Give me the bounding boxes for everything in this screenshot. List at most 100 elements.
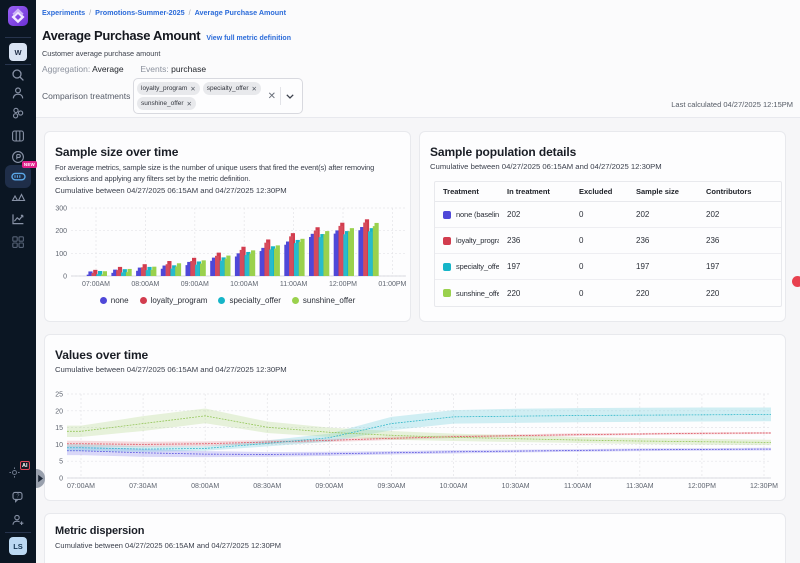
- excluded-value: 0: [571, 210, 628, 219]
- treatment-name: loyalty_program: [456, 236, 499, 245]
- contributors-value: 202: [698, 210, 775, 219]
- ai-badge: AI: [20, 461, 31, 470]
- help-chat-icon[interactable]: ?: [0, 490, 36, 504]
- legend-label: sunshine_offer: [303, 296, 355, 305]
- treatment-chip[interactable]: specialty_offer✕: [203, 82, 261, 95]
- treatment-swatch: [443, 289, 451, 297]
- svg-text:09:00AM: 09:00AM: [315, 483, 343, 490]
- chevron-down-icon[interactable]: [281, 94, 299, 99]
- legend-item[interactable]: loyalty_program: [140, 296, 208, 305]
- svg-text:09:30AM: 09:30AM: [377, 483, 405, 490]
- svg-text:100: 100: [55, 251, 67, 258]
- in-treatment-value: 236: [499, 236, 571, 245]
- treatment-chip[interactable]: loyalty_program✕: [137, 82, 200, 95]
- sample-size-card: Sample size over time For average metric…: [44, 131, 411, 322]
- svg-text:01:00PM: 01:00PM: [378, 281, 406, 288]
- clear-treatments-icon[interactable]: ✕: [264, 91, 280, 102]
- breadcrumb-metric-name[interactable]: Average Purchase Amount: [195, 8, 286, 17]
- excluded-value: 0: [571, 236, 628, 245]
- metrics-icon[interactable]: [0, 212, 36, 226]
- svg-text:08:00AM: 08:00AM: [191, 483, 219, 490]
- feature-gates-icon[interactable]: [0, 129, 36, 143]
- segments-icon[interactable]: [0, 106, 36, 120]
- comparison-treatments-label: Comparison treatments: [42, 91, 133, 101]
- autotune-icon[interactable]: [0, 191, 36, 203]
- breadcrumb-experiment-name[interactable]: Promotions-Summer-2025: [95, 8, 184, 17]
- treatment-name: sunshine_offer: [456, 289, 499, 298]
- legend-item[interactable]: none: [100, 296, 129, 305]
- svg-text:300: 300: [55, 206, 67, 213]
- right-edge-red-dot[interactable]: [792, 276, 800, 287]
- legend-label: none: [111, 296, 129, 305]
- statsig-logo-icon[interactable]: [8, 6, 28, 26]
- svg-text:10: 10: [55, 442, 63, 449]
- sample-size-value: 220: [628, 289, 698, 298]
- sample-size-value: 197: [628, 262, 698, 271]
- events-value: purchase: [171, 64, 206, 74]
- svg-text:20: 20: [55, 408, 63, 415]
- chip-remove-icon[interactable]: ✕: [187, 100, 192, 108]
- population-table: TreatmentIn treatmentExcludedSample size…: [434, 181, 782, 307]
- sample-size-value: 236: [628, 236, 698, 245]
- chip-label: specialty_offer: [207, 85, 249, 92]
- treatment-chip[interactable]: sunshine_offer✕: [137, 97, 196, 110]
- svg-text:200: 200: [55, 228, 67, 235]
- dispersion-cumulative: Cumulative between 04/27/2025 06:15AM an…: [55, 541, 281, 550]
- population-cumulative: Cumulative between 04/27/2025 06:15AM an…: [430, 162, 662, 171]
- dispersion-title: Metric dispersion: [55, 525, 144, 537]
- view-metric-definition-link[interactable]: View full metric definition: [206, 35, 291, 42]
- col-sample-size: Sample size: [628, 187, 698, 196]
- svg-text:15: 15: [55, 425, 63, 432]
- legend-dot: [292, 297, 299, 304]
- col-in-treatment: In treatment: [499, 187, 571, 196]
- svg-text:12:00PM: 12:00PM: [688, 483, 716, 490]
- population-title: Sample population details: [430, 145, 576, 159]
- ai-assistant-icon[interactable]: AI: [8, 465, 28, 479]
- contributors-value: 197: [698, 262, 775, 271]
- legend-item[interactable]: sunshine_offer: [292, 296, 355, 305]
- svg-text:07:00AM: 07:00AM: [82, 281, 110, 288]
- last-calculated: Last calculated 04/27/2025 12:15PM: [671, 100, 793, 109]
- svg-text:09:00AM: 09:00AM: [181, 281, 209, 288]
- workspace-avatar[interactable]: W: [9, 43, 27, 61]
- dashboards-icon[interactable]: [0, 235, 36, 249]
- invite-user-icon[interactable]: [0, 513, 36, 527]
- events-label: Events:: [140, 64, 168, 74]
- sample-population-card: Sample population details Cumulative bet…: [419, 131, 786, 322]
- chip-label: sunshine_offer: [141, 100, 184, 107]
- search-icon[interactable]: [0, 68, 36, 82]
- contributors-value: 236: [698, 236, 775, 245]
- sample-size-bar-chart[interactable]: 010020030007:00AM08:00AM09:00AM10:00AM11…: [45, 194, 412, 294]
- chip-remove-icon[interactable]: ✕: [190, 85, 195, 93]
- svg-text:0: 0: [63, 274, 67, 281]
- sample-size-value: 202: [628, 210, 698, 219]
- chip-remove-icon[interactable]: ✕: [252, 85, 257, 93]
- sidebar-item-experiments-selected[interactable]: NEW: [5, 165, 31, 188]
- svg-text:07:30AM: 07:30AM: [129, 483, 157, 490]
- col-excluded: Excluded: [571, 187, 628, 196]
- svg-text:11:00AM: 11:00AM: [280, 281, 308, 288]
- col-contributors: Contributors: [698, 187, 775, 196]
- breadcrumb-experiments[interactable]: Experiments: [42, 8, 85, 17]
- table-row: specialty_offer1970197197: [435, 254, 781, 280]
- values-line-chart[interactable]: 051015202507:00AM07:30AM08:00AM08:30AM09…: [45, 377, 787, 502]
- users-icon[interactable]: [0, 86, 36, 100]
- svg-text:08:00AM: 08:00AM: [131, 281, 159, 288]
- svg-text:08:30AM: 08:30AM: [253, 483, 281, 490]
- sample-size-title: Sample size over time: [55, 145, 178, 159]
- treatments-select[interactable]: loyalty_program✕specialty_offer✕sunshine…: [133, 78, 303, 114]
- sidebar-divider: [5, 64, 31, 65]
- excluded-value: 0: [571, 289, 628, 298]
- treatment-name: specialty_offer: [456, 262, 499, 271]
- svg-text:5: 5: [59, 459, 63, 466]
- aggregation-value: Average: [92, 64, 124, 74]
- sidebar: W NEW AI ? LS: [0, 0, 36, 563]
- legend-dot: [100, 297, 107, 304]
- aggregation-label: Aggregation:: [42, 64, 90, 74]
- contributors-value: 220: [698, 289, 775, 298]
- user-avatar[interactable]: LS: [9, 537, 27, 555]
- legend-item[interactable]: specialty_offer: [218, 296, 280, 305]
- values-cumulative: Cumulative between 04/27/2025 06:15AM an…: [55, 365, 287, 374]
- legend-label: specialty_offer: [229, 296, 280, 305]
- page-title: Average Purchase Amount: [42, 28, 200, 43]
